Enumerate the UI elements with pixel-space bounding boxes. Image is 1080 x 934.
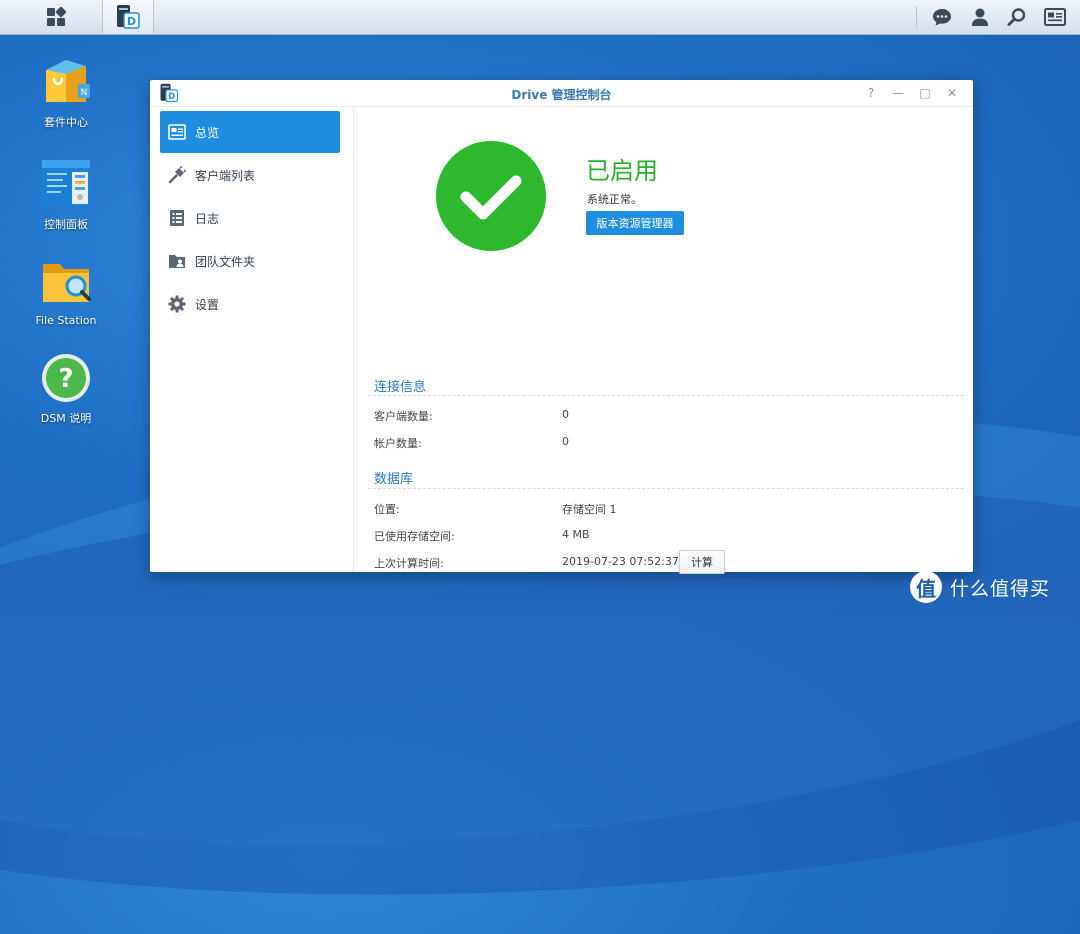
last-calc-time-value: 2019-07-23 07:52:37 [562,555,679,568]
maximize-button[interactable]: □ [916,84,934,102]
database-section-title: 数据库 [374,472,414,487]
last-calc-time-label: 上次计算时间: [374,557,444,570]
desktop-icon-control-panel[interactable]: 控制面板 [11,158,121,232]
desktop-icon-label: File Station [35,314,97,327]
taskbar-separator [916,6,917,28]
watermark-text: 什么值得买 [950,577,1051,600]
sidebar-item-clients[interactable]: 客户端列表 [160,154,340,196]
sidebar-item-team-folder[interactable]: 团队文件夹 [160,240,340,282]
location-value: 存储空间 1 [562,503,617,516]
status-subtitle: 系统正常。 [587,193,642,206]
status-title: 已启用 [586,157,658,185]
used-storage-label: 已使用存储空间: [374,530,455,543]
accounts-count-label: 帐户数量: [374,437,422,450]
widgets-icon [1044,8,1066,26]
close-button[interactable]: ✕ [943,84,961,102]
sidebar-item-overview[interactable]: 总览 [160,111,340,153]
clients-count-label: 客户端数量: [374,410,433,423]
drive-icon: D [117,5,140,29]
plug-icon [167,165,187,185]
grid-icon [47,7,66,26]
widgets-button[interactable] [1040,0,1070,34]
sidebar-item-label: 设置 [195,297,220,312]
sidebar-item-settings[interactable]: 设置 [160,283,340,325]
help-button[interactable]: ? [862,84,880,102]
help-icon: ? [40,352,92,404]
overview-icon [167,122,187,142]
team-folder-icon [167,251,187,271]
desktop-icon-file-station[interactable]: File Station [11,256,121,327]
gear-icon [167,294,187,314]
control-panel-icon [40,158,92,210]
sidebar-item-label: 客户端列表 [195,168,256,183]
watermark-logo: 值 [910,571,942,603]
connection-section-title: 连接信息 [374,380,427,395]
chat-icon [933,9,951,26]
clients-count-value: 0 [562,408,569,421]
svg-text:D: D [127,15,136,28]
window-titlebar[interactable]: D Drive 管理控制台 ? — □ ✕ [150,80,973,107]
overview-panel: 已启用 系统正常。 版本资源管理器 连接信息 客户端数量: 0 帐户数量: 0 … [354,107,973,574]
desktop-icon-label: 控制面板 [44,218,88,231]
user-button[interactable] [965,0,995,34]
section-divider [368,395,964,396]
svg-text:?: ? [58,364,73,394]
watermark: 值 什么值得买 [910,570,1050,604]
status-indicator [436,141,546,251]
main-menu-button[interactable] [18,0,94,34]
sidebar-item-log[interactable]: 日志 [160,197,340,239]
desktop-icon-package-center[interactable]: N 套件中心 [11,56,121,130]
user-icon [972,8,988,26]
taskbar: D [0,0,1080,35]
accounts-count-value: 0 [562,435,569,448]
svg-text:N: N [81,88,88,98]
sidebar-item-label: 团队文件夹 [195,254,256,269]
file-station-icon [40,256,92,308]
search-icon [1007,8,1026,26]
calculate-button[interactable]: 计算 [679,550,725,574]
desktop-icon-label: 套件中心 [44,116,88,129]
desktop-icon-dsm-help[interactable]: ? DSM 说明 [11,352,121,426]
search-button[interactable] [1002,0,1032,34]
section-divider [368,488,964,489]
drive-admin-console-window: D Drive 管理控制台 ? — □ ✕ 总览 客户端列表 日志 团队文件夹 … [150,80,973,574]
window-title: Drive 管理控制台 [511,88,612,102]
log-icon [167,208,187,228]
taskbar-drive-app[interactable]: D [102,0,154,34]
location-label: 位置: [374,503,400,516]
package-center-icon: N [40,56,92,108]
sidebar-item-label: 总览 [195,125,220,140]
used-storage-value: 4 MB [562,528,590,541]
chat-button[interactable] [927,0,957,34]
version-explorer-button[interactable]: 版本资源管理器 [586,211,684,235]
desktop-icon-label: DSM 说明 [40,412,92,425]
check-icon [460,175,522,220]
sidebar-item-label: 日志 [195,211,220,226]
minimize-button[interactable]: — [889,84,907,102]
sidebar: 总览 客户端列表 日志 团队文件夹 设置 [150,107,354,572]
